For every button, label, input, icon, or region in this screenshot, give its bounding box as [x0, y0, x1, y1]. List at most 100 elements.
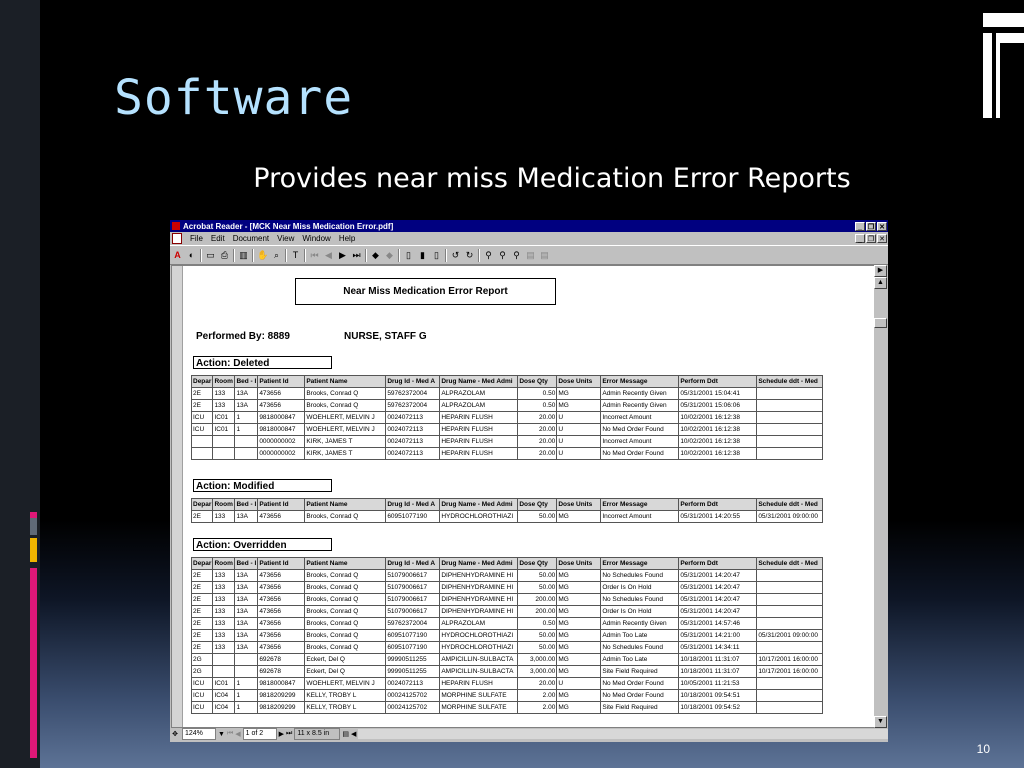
page-field[interactable]: 1 of 2 — [242, 728, 277, 740]
close-icon[interactable]: ✕ — [877, 221, 887, 231]
table-row: ICU IC01 1 9818000847 WOEHLERT, MELVIN J 0024… — [190, 411, 824, 424]
table-cell: WOEHLERT, MELVIN J — [304, 411, 387, 424]
table-cell: 99990511255 — [385, 653, 441, 666]
table-cell: 2E — [190, 629, 214, 642]
table-cell: DIPHENHYDRAMINE HI — [439, 605, 519, 618]
menu-window[interactable]: Window — [302, 234, 330, 243]
rotate-right-icon[interactable]: ↻ — [464, 250, 475, 261]
table-cell: Brooks, Conrad Q — [304, 387, 387, 400]
table-cell: 50.00 — [517, 569, 558, 582]
column-header: Drug Id - Med A — [385, 557, 441, 570]
minimize-icon[interactable]: _ — [855, 221, 865, 231]
column-header: Dose Units — [556, 498, 602, 511]
actual-size-icon[interactable]: ▯ — [403, 250, 414, 261]
table-cell: DIPHENHYDRAMINE HI — [439, 581, 519, 594]
layout-icon[interactable]: ▤ — [342, 730, 349, 738]
scroll-thumb[interactable] — [874, 318, 887, 328]
menu-document[interactable]: Document — [233, 234, 269, 243]
rotate-left-icon[interactable]: ↺ — [450, 250, 461, 261]
find-icon[interactable]: ⚲ — [483, 250, 494, 261]
column-header: Depar — [190, 557, 214, 570]
table-cell: 2E — [190, 387, 214, 400]
go-forward-icon[interactable]: ◆ — [384, 250, 395, 261]
menu-edit[interactable]: Edit — [211, 234, 225, 243]
table-cell: 13A — [234, 510, 259, 523]
scroll-up-icon[interactable]: ▲ — [874, 277, 887, 289]
table-cell: 9818000847 — [257, 677, 306, 690]
fit-width-icon[interactable]: ▯ — [431, 250, 442, 261]
bookmark-panel-icon[interactable]: ▥ — [238, 250, 249, 261]
document-icon[interactable] — [172, 233, 182, 244]
menu-view[interactable]: View — [277, 234, 294, 243]
horizontal-scrollbar[interactable] — [358, 729, 888, 739]
table-cell: 13A — [234, 641, 259, 654]
decorative-squares — [983, 13, 1024, 118]
prev-highlight-icon[interactable]: ▤ — [525, 250, 536, 261]
restore-icon[interactable]: ❐ — [866, 221, 876, 231]
move-icon[interactable]: ✥ — [170, 730, 180, 738]
table-cell: Site Field Required — [600, 701, 680, 714]
vertical-scrollbar[interactable]: ▶ ▲ ▼ — [874, 265, 887, 728]
last-page-icon[interactable]: ⏭ — [351, 250, 362, 261]
acrobat-logo-icon[interactable]: A — [172, 250, 183, 261]
menu-help[interactable]: Help — [339, 234, 355, 243]
prev-page-icon[interactable]: ◀ — [323, 250, 334, 261]
open-icon[interactable]: ▭ — [205, 250, 216, 261]
column-header: Dose Units — [556, 557, 602, 570]
table-cell: 133 — [212, 387, 236, 400]
table-row: 2G 692678 Eckert, Del Q 99990511255 AMPICILL… — [190, 653, 824, 666]
first-page-status-icon[interactable]: ⏮ — [227, 730, 233, 738]
table-cell: MORPHINE SULFATE — [439, 689, 519, 702]
status-bar: ✥ 124% ▼ ⏮ ◀ 1 of 2 ▶ ⏭ 11 x 8.5 in ▤ ◀ — [170, 727, 888, 741]
table-cell: Eckert, Del Q — [304, 653, 387, 666]
first-page-icon[interactable]: ⏮ — [309, 250, 320, 261]
table-cell: 0024072113 — [385, 677, 441, 690]
next-page-icon[interactable]: ▶ — [337, 250, 348, 261]
hscroll-left-icon[interactable]: ◀ — [351, 730, 356, 738]
table-cell: 2.00 — [517, 701, 558, 714]
table-cell: 2E — [190, 399, 214, 412]
zoom-tool-icon[interactable]: ⌕ — [271, 250, 282, 261]
search-icon[interactable]: ⚲ — [497, 250, 508, 261]
doc-restore-icon[interactable]: ❐ — [866, 234, 876, 243]
hand-tool-icon[interactable]: ✋ — [257, 250, 268, 261]
table-row: ICU IC04 1 9818209299 KELLY, TROBY L 00024125… — [190, 689, 824, 702]
scroll-right-icon[interactable]: ▶ — [874, 265, 887, 277]
prev-page-status-icon[interactable]: ◀ — [235, 730, 240, 738]
table-cell: 05/31/2001 09:00:00 — [756, 629, 824, 642]
last-page-status-icon[interactable]: ⏭ — [286, 730, 292, 738]
menu-file[interactable]: File — [190, 234, 203, 243]
search-results-icon[interactable]: ⚲ — [511, 250, 522, 261]
table-cell: AMPICILLIN-SULBACTA — [439, 665, 519, 678]
table-cell: 9818209299 — [257, 689, 306, 702]
table-cell: 473656 — [257, 569, 306, 582]
print-icon[interactable]: ⎙ — [219, 250, 230, 261]
fit-page-icon[interactable]: ▮ — [417, 250, 428, 261]
zoom-field[interactable]: 124% — [182, 728, 216, 740]
zoom-dropdown-icon[interactable]: ▼ — [218, 731, 225, 738]
table-cell: 9818000847 — [257, 423, 306, 436]
doc-minimize-icon[interactable]: _ — [855, 234, 865, 243]
table-cell: 2G — [190, 653, 214, 666]
table-cell: 692678 — [257, 653, 306, 666]
column-header: Perform Ddt — [678, 557, 758, 570]
table-cell: 0.50 — [517, 387, 558, 400]
table-cell: 1 — [234, 423, 259, 436]
table-cell: ICU — [190, 677, 214, 690]
go-back-icon[interactable]: ◆ — [370, 250, 381, 261]
table-cell: MORPHINE SULFATE — [439, 701, 519, 714]
next-highlight-icon[interactable]: ▤ — [539, 250, 550, 261]
web-icon[interactable]: ◐ — [186, 250, 197, 261]
document-view[interactable]: Near Miss Medication Error Report Perfor… — [171, 265, 875, 728]
doc-close-icon[interactable]: ✕ — [877, 234, 887, 243]
table-cell: 10/18/2001 09:54:51 — [678, 689, 758, 702]
next-page-status-icon[interactable]: ▶ — [279, 730, 284, 738]
table-cell: 13A — [234, 569, 259, 582]
table-cell: MG — [556, 641, 602, 654]
window-titlebar[interactable]: Acrobat Reader - [MCK Near Miss Medicati… — [170, 220, 888, 232]
table-cell: Order Is On Hold — [600, 605, 680, 618]
table-cell: MG — [556, 581, 602, 594]
table-cell: MG — [556, 399, 602, 412]
text-select-icon[interactable]: T — [290, 250, 301, 261]
table-row: 2E 133 13A 473656 Brooks, Conrad Q 5976237200… — [190, 387, 824, 400]
